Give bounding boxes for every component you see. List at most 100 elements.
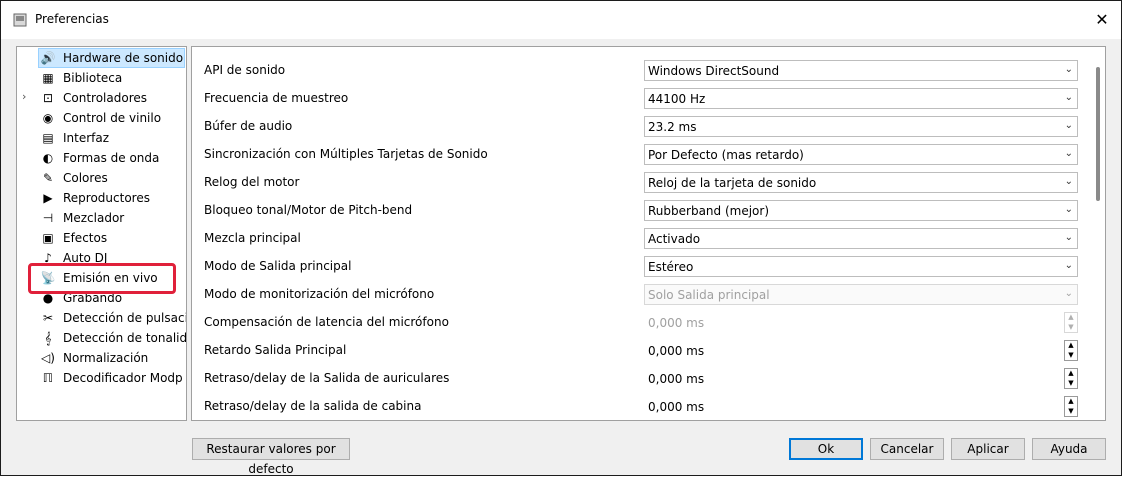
chevron-down-icon: ⌄ — [1064, 288, 1073, 299]
setting-row: Modo de monitorización del micrófono Solo… — [192, 281, 1087, 309]
sidebar-item-label: Controladores — [63, 91, 147, 105]
sidebar-item-normalizacion[interactable]: ◁) Normalización — [17, 348, 186, 368]
setting-dropdown[interactable]: Por Defecto (mas retardo) ⌄ — [644, 144, 1078, 165]
setting-dropdown[interactable]: Solo Salida principal ⌄ — [644, 284, 1078, 305]
sidebar-item-label: Detección de tonalid — [63, 331, 187, 345]
setting-spinbox[interactable]: 0,000 ms ▲ ▼ — [644, 396, 1078, 417]
sidebar-item-label: Efectos — [63, 231, 108, 245]
sidebar-item-label: Formas de onda — [63, 151, 160, 165]
preferences-window: Preferencias ✕ 🔊 Hardware de sonido ▦ Bibli… — [0, 0, 1122, 476]
setting-row: Modo de Salida principal Estéreo ⌄ — [192, 253, 1087, 281]
setting-label: Sincronización con Múltiples Tarjetas de… — [204, 147, 488, 161]
setting-label: Compensación de latencia del micrófono — [204, 315, 449, 329]
key-detection-icon: 𝄞 — [44, 331, 52, 345]
setting-label: Mezcla principal — [204, 231, 301, 245]
sidebar-item-deteccion-de-tonalid[interactable]: 𝄞 Detección de tonalid — [17, 328, 186, 348]
decoder-icon: ℿ — [42, 371, 54, 385]
setting-spinbox[interactable]: 0,000 ms ▲ ▼ — [644, 340, 1078, 361]
sidebar-item-controladores[interactable]: › ⊡ Controladores — [17, 88, 186, 108]
expand-icon[interactable]: › — [22, 90, 26, 103]
setting-row: Relog del motor Reloj de la tarjeta de so… — [192, 169, 1087, 197]
chevron-down-icon: ⌄ — [1064, 176, 1073, 187]
palette-icon: ✎ — [42, 171, 54, 185]
setting-dropdown[interactable]: Rubberband (mejor) ⌄ — [644, 200, 1078, 221]
sidebar-item-label: Reproductores — [63, 191, 150, 205]
spinbox-value: 0,000 ms — [648, 372, 705, 386]
chevron-down-icon: ⌄ — [1064, 92, 1073, 103]
setting-dropdown[interactable]: Estéreo ⌄ — [644, 256, 1078, 277]
spinbox-value: 0,000 ms — [648, 400, 705, 414]
dropdown-value: Windows DirectSound — [648, 64, 780, 78]
setting-label: Bloqueo tonal/Motor de Pitch-bend — [204, 203, 413, 217]
spin-down-icon[interactable]: ▼ — [1065, 323, 1077, 332]
spin-down-icon[interactable]: ▼ — [1065, 379, 1077, 388]
sidebar-item-control-de-vinilo[interactable]: ◉ Control de vinilo — [17, 108, 186, 128]
preferences-sidebar: 🔊 Hardware de sonido ▦ Biblioteca › ⊡ Controla… — [16, 46, 187, 421]
setting-row: Mezcla principal Activado ⌄ — [192, 225, 1087, 253]
setting-dropdown[interactable]: 23.2 ms ⌄ — [644, 116, 1078, 137]
setting-label: Frecuencia de muestreo — [204, 91, 349, 105]
chevron-down-icon: ⌄ — [1064, 148, 1073, 159]
play-icon: ▶ — [43, 191, 53, 205]
scrollbar-thumb[interactable] — [1096, 67, 1100, 201]
window-title: Preferencias — [35, 12, 109, 26]
restore-defaults-button[interactable]: Restaurar valores por defecto — [192, 438, 350, 476]
setting-dropdown[interactable]: Reloj de la tarjeta de sonido ⌄ — [644, 172, 1078, 193]
setting-dropdown[interactable]: Activado ⌄ — [644, 228, 1078, 249]
sidebar-item-label: Colores — [63, 171, 108, 185]
sidebar-item-colores[interactable]: ✎ Colores — [17, 168, 186, 188]
sidebar-item-deteccion-de-pulsaci[interactable]: ✂ Detección de pulsaci — [17, 308, 186, 328]
sidebar-item-label: Control de vinilo — [63, 111, 162, 125]
dropdown-value: Reloj de la tarjeta de sonido — [648, 176, 817, 190]
spin-buttons: ▲ ▼ — [1064, 312, 1078, 333]
chevron-down-icon: ⌄ — [1064, 120, 1073, 131]
setting-row: API de sonido Windows DirectSound ⌄ — [192, 57, 1087, 85]
setting-label: Retardo Salida Principal — [204, 343, 347, 357]
sidebar-item-decodificador-modp[interactable]: ℿ Decodificador Modp — [17, 368, 186, 388]
interface-icon: ▤ — [42, 131, 54, 145]
spin-down-icon[interactable]: ▼ — [1065, 351, 1077, 360]
close-icon[interactable]: ✕ — [1091, 9, 1113, 31]
setting-row: Frecuencia de muestreo 44100 Hz ⌄ — [192, 85, 1087, 113]
sound-hardware-panel: API de sonido Windows DirectSound ⌄ Frecuen… — [191, 46, 1106, 421]
sidebar-item-label: Hardware de sonido — [63, 51, 184, 65]
spin-up-icon[interactable]: ▲ — [1065, 397, 1077, 406]
ok-button[interactable]: Ok — [789, 438, 863, 460]
dropdown-value: Rubberband (mejor) — [648, 204, 770, 218]
setting-spinbox[interactable]: 0,000 ms ▲ ▼ — [644, 312, 1078, 333]
setting-label: Modo de monitorización del micrófono — [204, 287, 435, 301]
dropdown-value: Estéreo — [648, 260, 694, 274]
sidebar-item-label: Interfaz — [63, 131, 110, 145]
setting-label: API de sonido — [204, 63, 286, 77]
sidebar-item-reproductores[interactable]: ▶ Reproductores — [17, 188, 186, 208]
emision-en-vivo-highlight — [28, 263, 176, 294]
sidebar-item-biblioteca[interactable]: ▦ Biblioteca — [17, 68, 186, 88]
apply-button[interactable]: Aplicar — [951, 438, 1025, 460]
sidebar-item-efectos[interactable]: ▣ Efectos — [17, 228, 186, 248]
sidebar-item-interfaz[interactable]: ▤ Interfaz — [17, 128, 186, 148]
app-icon — [13, 13, 27, 27]
spin-up-icon[interactable]: ▲ — [1065, 313, 1077, 322]
sidebar-item-label: Decodificador Modp — [63, 371, 183, 385]
setting-row: Sincronización con Múltiples Tarjetas de… — [192, 141, 1087, 169]
setting-row: Búfer de audio 23.2 ms ⌄ — [192, 113, 1087, 141]
beat-detection-icon: ✂ — [42, 311, 54, 325]
sidebar-item-hardware-de-sonido[interactable]: 🔊 Hardware de sonido — [17, 48, 186, 68]
setting-spinbox[interactable]: 0,000 ms ▲ ▼ — [644, 368, 1078, 389]
setting-dropdown[interactable]: 44100 Hz ⌄ — [644, 88, 1078, 109]
setting-label: Búfer de audio — [204, 119, 293, 133]
spin-down-icon[interactable]: ▼ — [1065, 407, 1077, 416]
sidebar-item-label: Normalización — [63, 351, 149, 365]
sidebar-item-label: Detección de pulsaci — [63, 311, 187, 325]
setting-dropdown[interactable]: Windows DirectSound ⌄ — [644, 60, 1078, 81]
spin-up-icon[interactable]: ▲ — [1065, 369, 1077, 378]
sidebar-item-mezclador[interactable]: ⊣ Mezclador — [17, 208, 186, 228]
vinyl-icon: ◉ — [42, 111, 54, 125]
chevron-down-icon: ⌄ — [1064, 64, 1073, 75]
sidebar-item-formas-de-onda[interactable]: ◐ Formas de onda — [17, 148, 186, 168]
setting-label: Relog del motor — [204, 175, 300, 189]
spin-buttons: ▲ ▼ — [1064, 340, 1078, 361]
help-button[interactable]: Ayuda — [1032, 438, 1106, 460]
spin-up-icon[interactable]: ▲ — [1065, 341, 1077, 350]
cancel-button[interactable]: Cancelar — [870, 438, 944, 460]
